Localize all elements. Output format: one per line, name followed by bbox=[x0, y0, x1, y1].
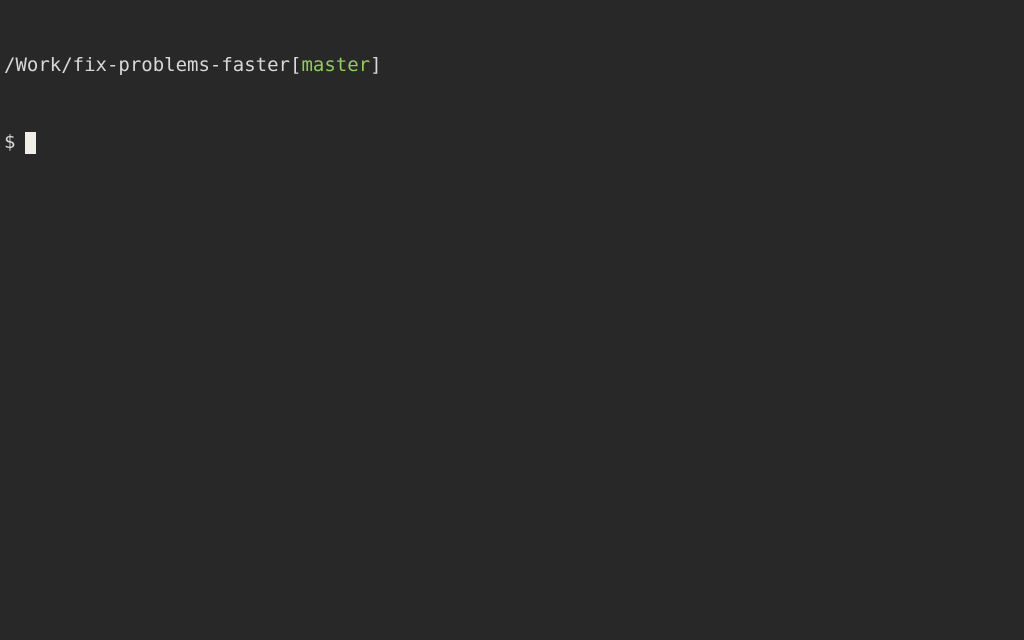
branch-bracket-close: ] bbox=[370, 54, 381, 76]
prompt-symbol: $ bbox=[4, 130, 15, 156]
cwd-path: /Work/fix-problems-faster bbox=[4, 54, 290, 76]
prompt-path-line: /Work/fix-problems-faster[master] bbox=[4, 53, 1020, 79]
prompt-input-line[interactable]: $ bbox=[4, 130, 1020, 156]
cursor-block-icon bbox=[25, 132, 36, 154]
terminal[interactable]: /Work/fix-problems-faster[master] $ bbox=[4, 2, 1020, 181]
branch-bracket-open: [ bbox=[290, 54, 301, 76]
git-branch: master bbox=[301, 54, 370, 76]
